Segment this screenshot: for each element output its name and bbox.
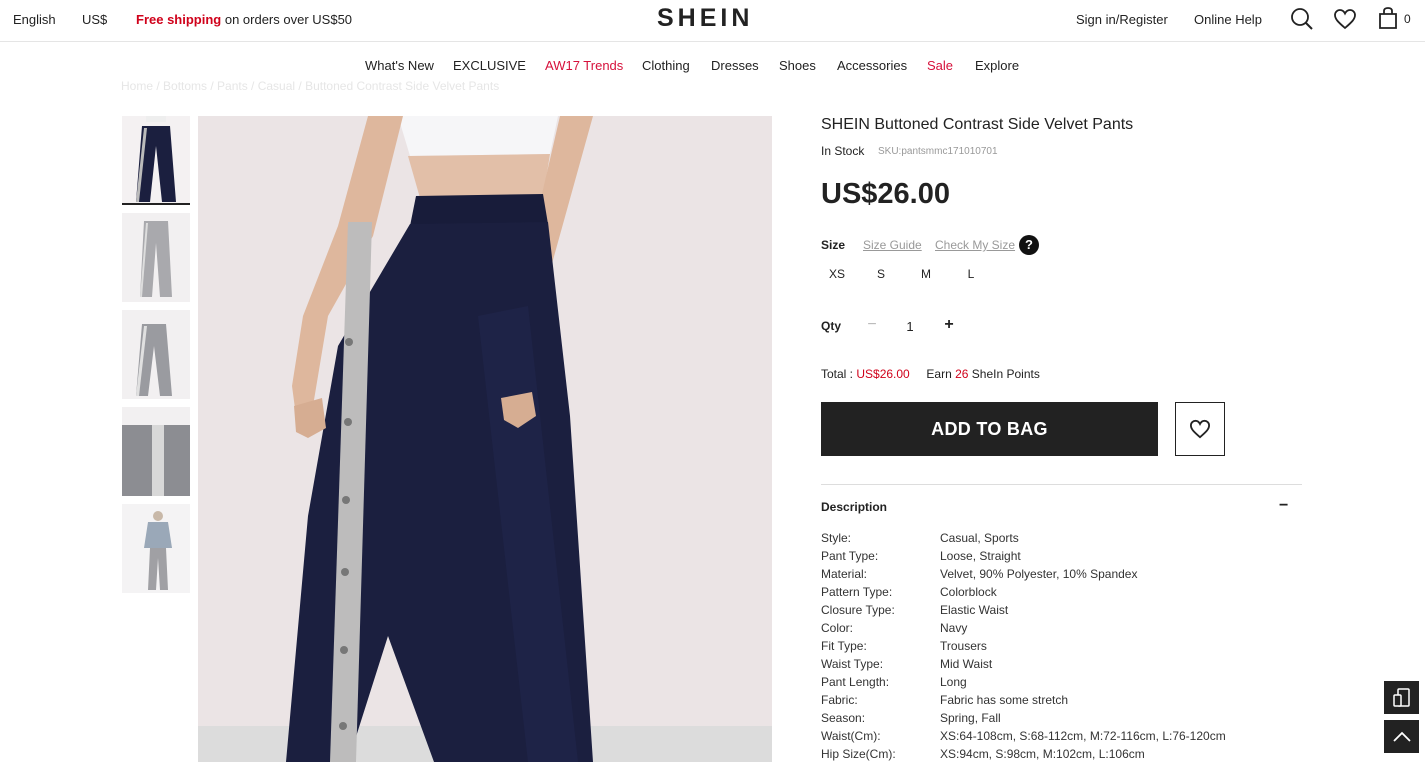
attribute-key: Style:: [821, 531, 852, 545]
description-title[interactable]: Description: [821, 500, 887, 514]
attribute-value: Colorblock: [940, 585, 997, 599]
main-nav: What's New EXCLUSIVE AW17 Trends Clothin…: [0, 58, 1425, 78]
bag-icon[interactable]: [1376, 6, 1400, 30]
attribute-key: Fabric:: [821, 693, 858, 707]
qty-increase-button[interactable]: +: [942, 316, 956, 334]
breadcrumb[interactable]: Home / Bottoms / Pants / Casual / Button…: [121, 79, 499, 93]
attribute-value: Casual, Sports: [940, 531, 1019, 545]
attribute-key: Pant Length:: [821, 675, 890, 689]
shipping-banner-text: on orders over US$50: [221, 12, 353, 27]
heart-icon[interactable]: [1333, 7, 1357, 31]
qty-label: Qty: [821, 319, 842, 333]
site-logo[interactable]: SHEIN: [657, 4, 753, 33]
wishlist-button[interactable]: [1175, 402, 1225, 456]
product-title: SHEIN Buttoned Contrast Side Velvet Pant…: [821, 116, 1134, 133]
currency-selector[interactable]: US$: [82, 12, 107, 27]
product-thumbnail[interactable]: [122, 213, 190, 302]
bag-count: 0: [1404, 12, 1411, 26]
divider: [821, 484, 1302, 485]
qty-value[interactable]: 1: [902, 319, 918, 334]
attribute-key: Pattern Type:: [821, 585, 893, 599]
attribute-key: Closure Type:: [821, 603, 895, 617]
product-thumbnail[interactable]: [122, 116, 190, 205]
top-bar: English US$ Free shipping on orders over…: [0, 0, 1425, 42]
description-collapse-toggle[interactable]: −: [1279, 497, 1288, 515]
mobile-app-button[interactable]: [1384, 681, 1419, 714]
nav-item-dresses[interactable]: Dresses: [711, 58, 759, 73]
attribute-value: Spring, Fall: [940, 711, 1001, 725]
earn-prefix: Earn: [926, 367, 956, 381]
sku-label: SKU:pantsmmc171010701: [878, 146, 998, 157]
earn-suffix: SheIn Points: [968, 367, 1040, 381]
attribute-value: Fabric has some stretch: [940, 693, 1069, 707]
size-option-s[interactable]: S: [866, 267, 896, 281]
attribute-value: Velvet, 90% Polyester, 10% Spandex: [940, 567, 1138, 581]
product-thumbnail[interactable]: [122, 504, 190, 593]
nav-item-exclusive[interactable]: EXCLUSIVE: [453, 58, 526, 73]
attribute-key: Pant Type:: [821, 549, 879, 563]
attribute-value: Navy: [940, 621, 968, 635]
attribute-key: Hip Size(Cm):: [821, 747, 896, 761]
back-to-top-button[interactable]: [1384, 720, 1419, 753]
attribute-key: Waist Type:: [821, 657, 884, 671]
total-label: Total :: [821, 367, 857, 381]
nav-item-clothing[interactable]: Clothing: [642, 58, 690, 73]
earn-points: 26: [955, 367, 969, 381]
check-my-size-link[interactable]: Check My Size: [935, 238, 1015, 252]
attribute-value: Long: [940, 675, 967, 689]
wishlist-heart-icon: [1189, 419, 1211, 439]
attribute-key: Material:: [821, 567, 868, 581]
language-selector[interactable]: English: [13, 12, 56, 27]
attribute-value: Trousers: [940, 639, 987, 653]
stock-status: In Stock: [821, 144, 865, 158]
help-icon[interactable]: ?: [1019, 235, 1039, 255]
attribute-value: XS:94cm, S:98cm, M:102cm, L:106cm: [940, 747, 1145, 761]
arrow-up-icon: [1393, 731, 1411, 742]
size-option-m[interactable]: M: [911, 267, 941, 281]
attribute-value: Mid Waist: [940, 657, 993, 671]
device-icon: [1393, 688, 1410, 707]
attribute-value: Elastic Waist: [940, 603, 1009, 617]
attribute-key: Fit Type:: [821, 639, 867, 653]
size-label: Size: [821, 238, 846, 252]
size-option-xs[interactable]: XS: [822, 267, 852, 281]
attribute-key: Season:: [821, 711, 866, 725]
nav-item-sale[interactable]: Sale: [927, 58, 953, 73]
attribute-value: Loose, Straight: [940, 549, 1021, 563]
size-guide-link[interactable]: Size Guide: [863, 238, 922, 252]
shipping-banner-highlight: Free shipping: [136, 12, 222, 27]
attribute-key: Color:: [821, 621, 854, 635]
nav-item-shoes[interactable]: Shoes: [779, 58, 816, 73]
product-thumbnail[interactable]: [122, 310, 190, 399]
qty-decrease-button[interactable]: −: [865, 316, 879, 334]
online-help-link[interactable]: Online Help: [1194, 12, 1262, 27]
nav-item-explore[interactable]: Explore: [975, 58, 1019, 73]
shipping-banner[interactable]: Free shipping on orders over US$50: [136, 12, 352, 27]
total-value: US$26.00: [856, 367, 910, 381]
search-icon[interactable]: [1290, 7, 1314, 31]
size-option-l[interactable]: L: [956, 267, 986, 281]
total-line: Total : US$26.00 Earn 26 SheIn Points: [821, 367, 1040, 381]
add-to-bag-button[interactable]: ADD TO BAG: [821, 402, 1158, 456]
product-main-image[interactable]: [198, 116, 772, 762]
product-thumbnail[interactable]: [122, 407, 190, 496]
nav-item-accessories[interactable]: Accessories: [837, 58, 907, 73]
product-price: US$26.00: [821, 178, 950, 210]
nav-item-whats-new[interactable]: What's New: [365, 58, 434, 73]
nav-item-aw17-trends[interactable]: AW17 Trends: [545, 58, 623, 73]
sign-in-link[interactable]: Sign in/Register: [1076, 12, 1168, 27]
attribute-key: Waist(Cm):: [821, 729, 881, 743]
attribute-value: XS:64-108cm, S:68-112cm, M:72-116cm, L:7…: [940, 729, 1226, 743]
